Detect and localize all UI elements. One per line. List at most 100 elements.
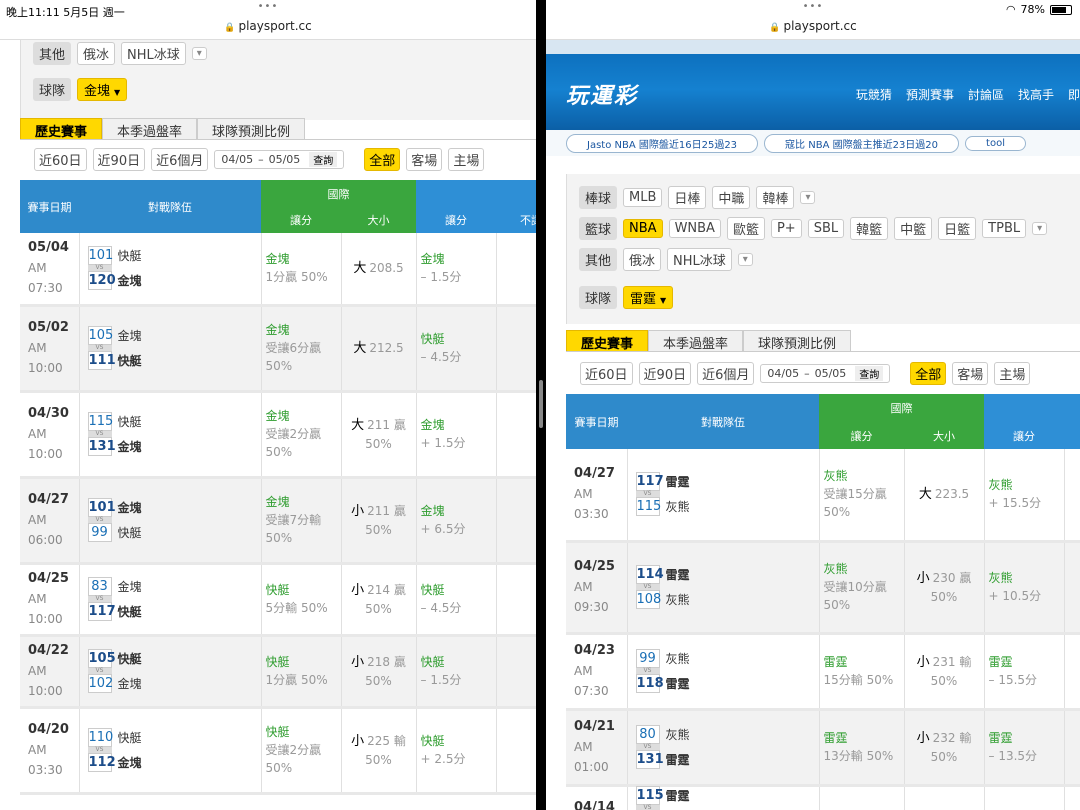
team-name[interactable]: 快艇	[118, 352, 142, 369]
multitask-dots-icon[interactable]: •••	[0, 1, 536, 12]
address-bar-right[interactable]: 🔒 playsport.cc	[546, 19, 1080, 33]
team-score: 108	[635, 590, 662, 609]
filter-row-team: 球隊 金塊 ▼	[33, 78, 128, 101]
filter-chip[interactable]: TPBL	[982, 219, 1027, 238]
filter-chip[interactable]: NBA	[623, 219, 663, 238]
lottery-spread-cell: 金塊 + 6.5分	[415, 477, 496, 565]
address-bar[interactable]: 🔒 playsport.cc	[0, 19, 536, 33]
team-name[interactable]: 金塊	[118, 272, 142, 289]
nav-experts[interactable]: 找高手	[1018, 86, 1054, 103]
team-name[interactable]: 快艇	[118, 603, 142, 620]
team-name[interactable]: 雷霆	[666, 751, 690, 768]
team-name[interactable]: 快艇	[118, 247, 142, 264]
filter-chip[interactable]: 中籃	[894, 217, 933, 240]
team-name[interactable]: 快艇	[118, 524, 142, 541]
team-name[interactable]: 金塊	[118, 578, 142, 595]
range-60d[interactable]: 近60日	[34, 148, 87, 171]
team-score: 99	[635, 649, 660, 668]
venue-home[interactable]: 主場	[994, 362, 1031, 385]
browser-top-bar-right: ••• 🔒 playsport.cc ◠ 78%	[546, 0, 1080, 40]
game-ampm: AM	[28, 664, 47, 678]
intl-spread-cell: 金塊 受讓7分輸 50%	[260, 477, 341, 565]
team-name[interactable]: 灰熊	[666, 650, 690, 667]
team-name[interactable]: 金塊	[118, 499, 142, 516]
lottery-pick: 金塊	[420, 252, 445, 267]
range-6m[interactable]: 近6個月	[697, 362, 755, 385]
filter-chip[interactable]: 中職	[712, 186, 751, 209]
date-cell: 04/14	[566, 785, 627, 810]
filter-chip[interactable]: P+	[770, 219, 802, 238]
chip-nhl[interactable]: NHL冰球	[121, 42, 186, 65]
venue-all[interactable]: 全部	[910, 362, 947, 385]
chevron-down-icon[interactable]: ▾	[191, 47, 207, 60]
venue-home[interactable]: 主場	[448, 148, 485, 171]
site-logo[interactable]: 玩運彩	[566, 78, 638, 110]
team-name[interactable]: 快艇	[118, 413, 142, 430]
chevron-down-icon[interactable]: ▾	[737, 253, 753, 266]
lottery-pick: 灰熊	[988, 571, 1013, 585]
tab-season-cover[interactable]: 本季過盤率	[648, 330, 744, 352]
multitask-dots-icon[interactable]: •••	[546, 1, 1080, 12]
nav-forum[interactable]: 討論區	[968, 86, 1004, 103]
query-button[interactable]: 查詢	[309, 152, 338, 167]
team-name[interactable]: 雷霆	[666, 787, 690, 804]
spread-pick: 快艇	[265, 725, 290, 739]
chevron-down-icon[interactable]: ▾	[1032, 222, 1048, 235]
range-90d[interactable]: 近90日	[638, 362, 692, 385]
venue-away[interactable]: 客場	[406, 148, 443, 171]
chip-russia-hockey[interactable]: 俄冰	[77, 42, 116, 65]
team-select[interactable]: 雷霆 ▼	[623, 286, 674, 309]
team-name[interactable]: 雷霆	[666, 675, 690, 692]
game-date: 04/23	[574, 643, 615, 658]
range-60d[interactable]: 近60日	[580, 362, 633, 385]
team-name[interactable]: 灰熊	[666, 726, 690, 743]
filter-chip[interactable]: 俄冰	[623, 248, 662, 271]
filter-chip[interactable]: 韓籃	[850, 217, 889, 240]
filter-chip[interactable]: NHL冰球	[667, 248, 732, 271]
filter-label-team: 球隊	[579, 286, 618, 309]
team-name[interactable]: 灰熊	[666, 498, 690, 515]
tab-season-cover[interactable]: 本季過盤率	[102, 118, 198, 140]
venue-all[interactable]: 全部	[364, 148, 401, 171]
venue-away[interactable]: 客場	[952, 362, 989, 385]
nav-more[interactable]: 即	[1068, 86, 1080, 103]
range-90d[interactable]: 近90日	[92, 148, 146, 171]
team-name[interactable]: 金塊	[118, 675, 142, 692]
date-range-input[interactable]: 04/05–05/05 查詢	[214, 150, 345, 169]
tab-history[interactable]: 歷史賽事	[20, 118, 103, 140]
intl-total-cell: 大 208.5	[340, 233, 416, 307]
team-name[interactable]: 雷霆	[666, 566, 690, 583]
filter-chip[interactable]: MLB	[623, 188, 663, 207]
team-name[interactable]: 金塊	[118, 327, 142, 344]
tab-team-predictions[interactable]: 球隊預測比例	[197, 118, 306, 140]
query-button[interactable]: 查詢	[855, 366, 884, 381]
filter-chip[interactable]: 日棒	[668, 186, 707, 209]
ticker-item[interactable]: tool	[965, 135, 1026, 151]
team-name[interactable]: 灰熊	[666, 591, 690, 608]
ticker-item[interactable]: 寇比 NBA 國際盤主推近23日過20	[764, 133, 960, 153]
table-row: 04/21 AM 01:00 80 灰熊 VS 131 雷霆 雷霆 13分輸 50% 小 232 輸5…	[566, 709, 1080, 787]
date-range-input[interactable]: 04/05–05/05 查詢	[760, 364, 891, 383]
split-view-divider[interactable]	[536, 0, 546, 810]
ticker-item[interactable]: Jasto NBA 國際盤近16日25過23	[566, 133, 759, 153]
game-ampm: AM	[28, 743, 47, 757]
filter-chip[interactable]: 韓棒	[756, 186, 795, 209]
chevron-down-icon[interactable]: ▾	[800, 191, 816, 204]
nav-guess[interactable]: 玩競猜	[856, 86, 892, 103]
game-ampm: AM	[28, 261, 47, 276]
filter-chip[interactable]: 日籃	[938, 217, 977, 240]
team-name[interactable]: 金塊	[118, 754, 142, 771]
nav-predict[interactable]: 預測賽事	[906, 86, 954, 103]
filter-chip[interactable]: 歐籃	[726, 217, 765, 240]
team-name[interactable]: 雷霆	[666, 473, 690, 490]
team-select[interactable]: 金塊 ▼	[77, 78, 128, 101]
tab-history[interactable]: 歷史賽事	[566, 330, 649, 352]
filter-chip[interactable]: SBL	[807, 219, 845, 238]
team-name[interactable]: 快艇	[118, 650, 142, 667]
range-6m[interactable]: 近6個月	[151, 148, 209, 171]
filter-chip[interactable]: WNBA	[668, 219, 721, 238]
tab-team-predictions[interactable]: 球隊預測比例	[743, 330, 852, 352]
split-handle[interactable]	[539, 380, 543, 428]
team-name[interactable]: 快艇	[118, 729, 142, 746]
team-name[interactable]: 金塊	[118, 438, 142, 455]
